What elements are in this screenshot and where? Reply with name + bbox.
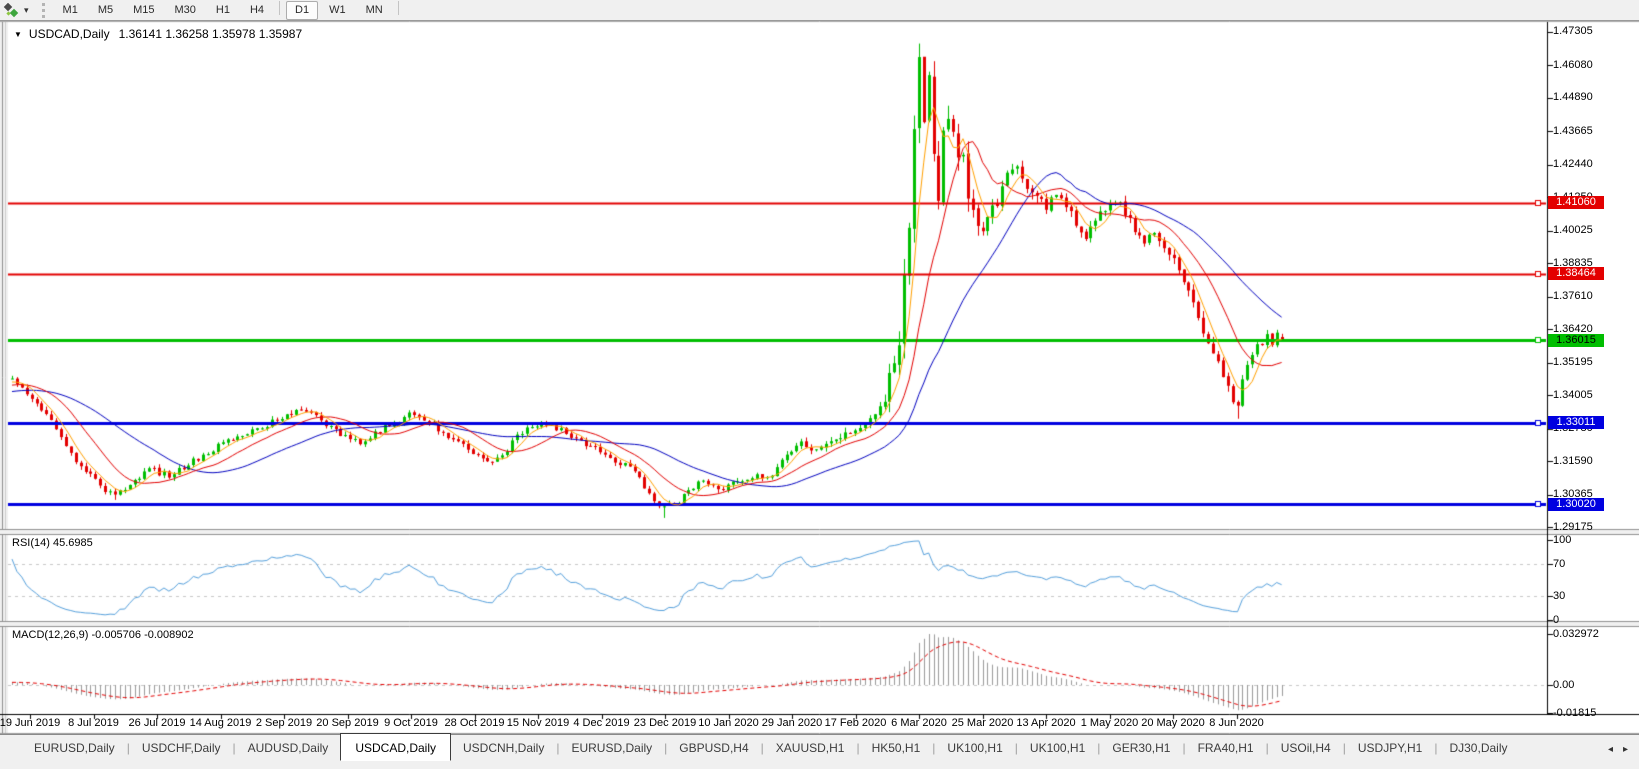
timeframe-m30-button[interactable]: M30	[166, 1, 205, 20]
date-label: 28 Oct 2019	[444, 717, 505, 729]
timeframe-m5-button[interactable]: M5	[89, 1, 122, 20]
chart-symbol-label: USDCAD,Daily	[28, 27, 110, 41]
price-tick-label: 1.42440	[1553, 158, 1593, 171]
date-label: 6 Mar 2020	[891, 717, 947, 729]
price-tick-label: 1.29175	[1553, 520, 1593, 533]
tab-usoil-h4[interactable]: USOil,H4	[1269, 735, 1343, 759]
date-label: 13 Apr 2020	[1016, 717, 1076, 729]
macd-tick-label: 0.00	[1553, 678, 1575, 691]
timeframe-mn-button[interactable]: MN	[357, 1, 392, 20]
toolbar-separator	[397, 0, 399, 15]
tab-usdchf-daily[interactable]: USDCHF,Daily	[130, 735, 233, 759]
timeframe-m1-button[interactable]: M1	[54, 1, 87, 20]
chart-type-dropdown-icon[interactable]: ▾	[24, 5, 29, 16]
date-label: 2 Sep 2019	[255, 717, 313, 729]
date-label: 1 May 2020	[1080, 717, 1139, 729]
date-label: 8 Jul 2019	[68, 717, 119, 729]
rsi-tick-label: 0	[1553, 613, 1560, 626]
tab-usdcnh-daily[interactable]: USDCNH,Daily	[451, 735, 556, 759]
tab-scroll-right-icon[interactable]: ▸	[1618, 744, 1633, 755]
mt4-window: ▾ M1 M5 M15 M30 H1 H4 D1 W1 MN ▼ USDCAD,Daily 1.36…	[0, 0, 1639, 769]
date-label: 8 Jun 2020	[1209, 717, 1264, 729]
tab-uk100-h1[interactable]: UK100,H1	[935, 735, 1014, 759]
chart-canvas[interactable]	[0, 0, 1639, 769]
date-label: 25 Mar 2020	[951, 717, 1014, 729]
price-tick-label: 1.43665	[1553, 124, 1593, 137]
date-label: 20 May 2020	[1141, 717, 1205, 729]
tab-ger30-h1[interactable]: GER30,H1	[1100, 735, 1182, 759]
tab-xauusd-h1[interactable]: XAUUSD,H1	[764, 735, 857, 759]
timeframe-buttons: M1 M5 M15 M30 H1 H4 D1 W1 MN	[53, 0, 404, 20]
date-label: 26 Jul 2019	[128, 717, 186, 729]
rsi-indicator-label: RSI(14) 45.6985	[12, 537, 93, 549]
macd-indicator-label: MACD(12,26,9) -0.005706 -0.008902	[12, 629, 194, 641]
date-label: 10 Jan 2020	[698, 717, 759, 729]
toolbar: ▾ M1 M5 M15 M30 H1 H4 D1 W1 MN	[0, 0, 1639, 21]
date-label: 9 Oct 2019	[384, 717, 438, 729]
date-label: 4 Dec 2019	[573, 717, 630, 729]
price-tick-label: 1.35195	[1553, 356, 1593, 369]
timeframe-h1-button[interactable]: H1	[207, 1, 239, 20]
rsi-tick-label: 30	[1553, 589, 1566, 602]
tab-gbpusd-h4[interactable]: GBPUSD,H4	[667, 735, 760, 759]
tab-usdjpy-h1[interactable]: USDJPY,H1	[1346, 735, 1434, 759]
date-label: 19 Jun 2019	[0, 717, 61, 729]
price-tick-label: 1.47305	[1553, 25, 1593, 38]
hline-price-tag: 1.38464	[1548, 267, 1604, 281]
macd-tick-label: -0.01815	[1553, 706, 1597, 719]
chart-cascade-icon[interactable]	[3, 2, 19, 18]
price-tick-label: 1.40025	[1553, 224, 1593, 237]
tab-usdcad-daily[interactable]: USDCAD,Daily	[340, 733, 451, 761]
timeframe-m15-button[interactable]: M15	[124, 1, 163, 20]
toolbar-separator	[279, 0, 281, 15]
chart-tab-bar: EURUSD,Daily | USDCHF,Daily | AUDUSD,Daily US…	[0, 733, 1639, 769]
price-tick-label: 1.31590	[1553, 454, 1593, 467]
price-tick-label: 1.34005	[1553, 388, 1593, 401]
price-tick-label: 1.46080	[1553, 58, 1593, 71]
tab-scroll-nav: ◂ ▸	[1603, 744, 1633, 755]
rsi-tick-label: 70	[1553, 557, 1566, 570]
rsi-value: 45.6985	[52, 537, 93, 549]
tab-uk100-h1[interactable]: UK100,H1	[1018, 735, 1097, 759]
hline-price-tag: 1.33011	[1548, 416, 1604, 429]
tab-dj30-daily[interactable]: DJ30,Daily	[1437, 735, 1519, 759]
rsi-tick-label: 100	[1553, 533, 1572, 546]
macd-tick-label: 0.032972	[1553, 627, 1599, 640]
hline-price-tag: 1.41060	[1548, 196, 1604, 210]
date-label: 23 Dec 2019	[633, 717, 697, 729]
chart-ohlc-label: 1.36141 1.36258 1.35978 1.35987	[118, 27, 303, 41]
hline-price-tag: 1.30020	[1548, 497, 1604, 511]
toolbar-grip[interactable]	[41, 2, 45, 18]
timeframe-w1-button[interactable]: W1	[320, 1, 355, 20]
date-label: 14 Aug 2019	[189, 717, 252, 729]
date-label: 17 Feb 2020	[824, 717, 887, 729]
tab-audusd-daily[interactable]: AUDUSD,Daily	[236, 735, 341, 759]
tab-eurusd-daily[interactable]: EURUSD,Daily	[559, 735, 664, 759]
macd-values: -0.005706 -0.008902	[91, 629, 194, 641]
chart-menu-triangle-icon[interactable]: ▼	[14, 30, 22, 39]
tab-fra40-h1[interactable]: FRA40,H1	[1186, 735, 1266, 759]
tab-scroll-left-icon[interactable]: ◂	[1603, 744, 1618, 755]
timeframe-d1-button[interactable]: D1	[286, 0, 319, 20]
date-label: 29 Jan 2020	[761, 717, 823, 729]
price-tick-label: 1.37610	[1553, 290, 1593, 303]
chart-tabs: EURUSD,Daily | USDCHF,Daily | AUDUSD,Daily US…	[0, 733, 1639, 763]
price-tick-label: 1.44890	[1553, 91, 1593, 104]
date-label: 15 Nov 2019	[506, 717, 570, 729]
hline-price-tag: 1.36015	[1548, 333, 1604, 347]
timeframe-h4-button[interactable]: H4	[241, 1, 273, 20]
tab-eurusd-daily[interactable]: EURUSD,Daily	[22, 735, 127, 759]
date-label: 20 Sep 2019	[316, 717, 379, 729]
tab-hk50-h1[interactable]: HK50,H1	[860, 735, 933, 759]
chart-title: ▼ USDCAD,Daily 1.36141 1.36258 1.35978 1.3…	[14, 27, 302, 41]
